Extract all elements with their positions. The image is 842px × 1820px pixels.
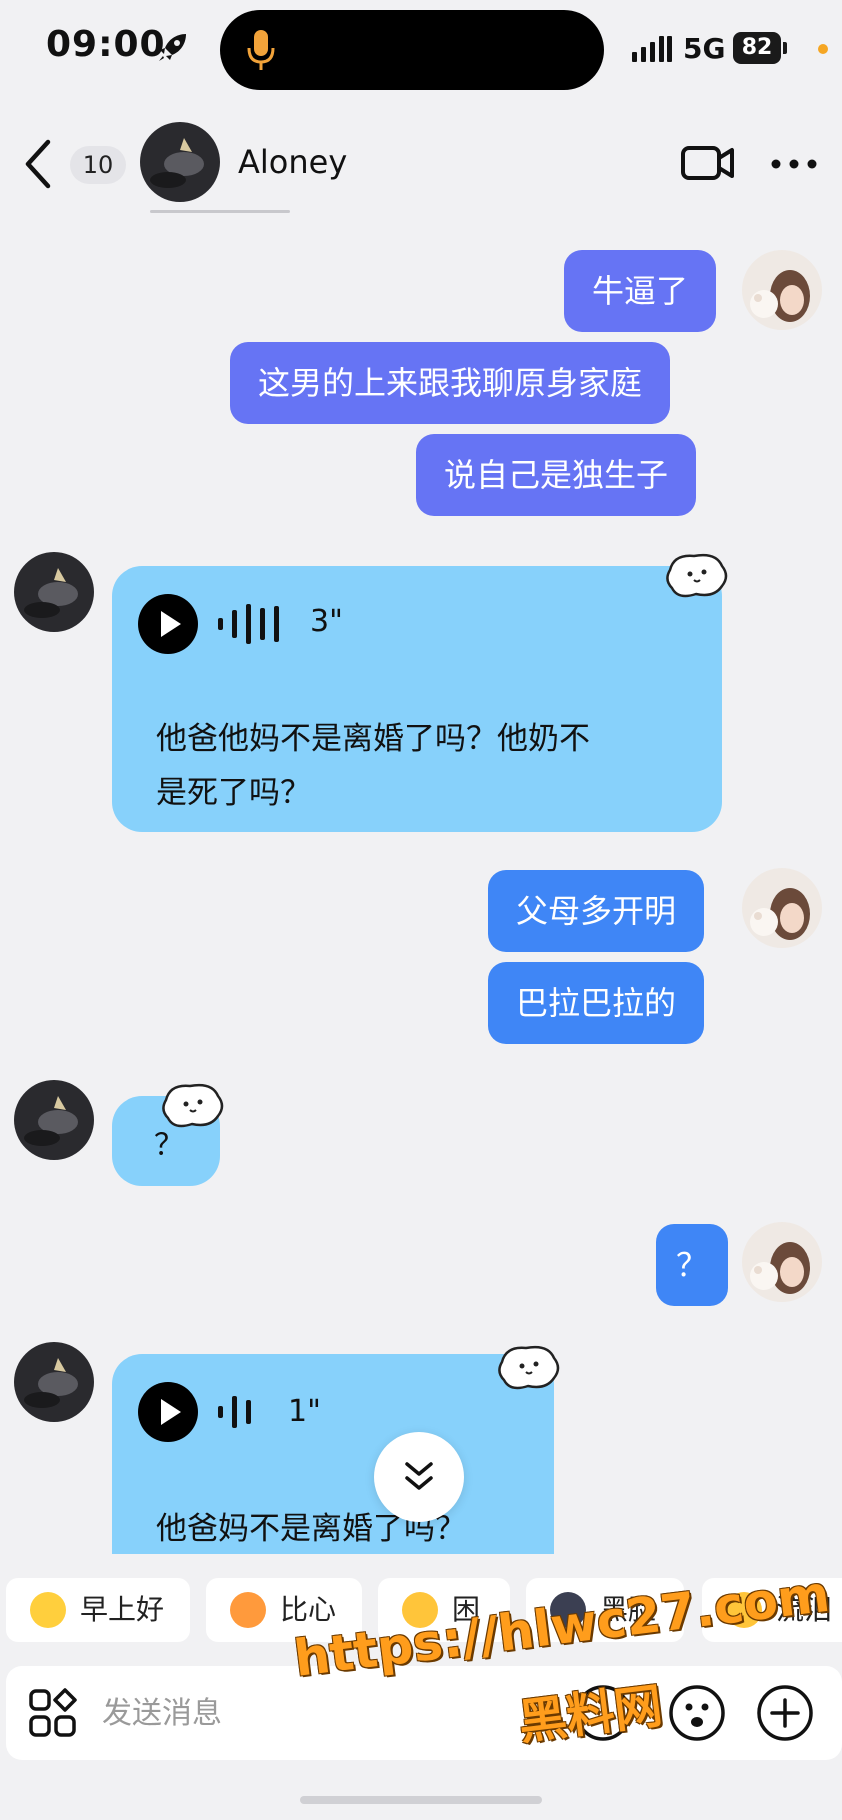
bubble-sticker-icon xyxy=(498,1345,560,1390)
privacy-dot-icon xyxy=(818,44,828,54)
voice-duration: 3" xyxy=(310,604,343,639)
voice-duration: 1" xyxy=(288,1394,321,1429)
sun-sunglasses-emoji-icon xyxy=(30,1592,66,1628)
my-avatar[interactable] xyxy=(742,1222,822,1302)
plus-icon[interactable] xyxy=(756,1684,814,1742)
bubble-sticker-icon xyxy=(666,553,728,598)
play-icon[interactable] xyxy=(138,1382,198,1442)
voice-message-bubble[interactable]: 1" 他爸妈不是离婚了吗？ xyxy=(112,1354,554,1554)
double-chevron-down-icon xyxy=(405,1462,433,1490)
voice-transcript-line: 是死了吗？ xyxy=(156,775,311,811)
my-avatar[interactable] xyxy=(742,868,822,948)
quick-reply-chip[interactable]: 流泪 xyxy=(702,1578,842,1642)
my-avatar[interactable] xyxy=(742,250,822,330)
voice-wave-icon xyxy=(218,1396,251,1428)
message-bubble-outgoing[interactable]: ？ xyxy=(656,1224,728,1306)
battery-tip xyxy=(783,42,787,54)
play-icon[interactable] xyxy=(138,594,198,654)
contact-avatar[interactable] xyxy=(14,552,94,632)
voice-input-icon[interactable] xyxy=(574,1684,632,1742)
battery-level: 82 xyxy=(733,32,781,64)
signal-icon xyxy=(632,36,672,62)
status-bar: 09:00 5G 82 xyxy=(0,0,842,100)
back-arrow-icon[interactable] xyxy=(22,138,52,190)
voice-wave-icon xyxy=(218,604,279,644)
sleepy-emoji-icon xyxy=(402,1592,438,1628)
scroll-to-bottom-button[interactable] xyxy=(374,1432,464,1522)
network-type: 5G xyxy=(683,32,726,65)
apps-icon[interactable] xyxy=(28,1688,78,1738)
message-input-bar xyxy=(6,1666,842,1760)
voice-message-bubble[interactable]: 3" 他爸他妈不是离婚了吗？他奶不 是死了吗？ xyxy=(112,566,722,832)
heart-hands-emoji-icon xyxy=(230,1592,266,1628)
message-bubble-outgoing[interactable]: 这男的上来跟我聊原身家庭 xyxy=(230,342,671,424)
dark-face-emoji-icon xyxy=(550,1592,586,1628)
status-time: 09:00 xyxy=(46,24,166,65)
emoji-icon[interactable] xyxy=(668,1684,726,1742)
contact-avatar[interactable] xyxy=(14,1080,94,1160)
dynamic-island xyxy=(220,10,604,90)
message-input[interactable] xyxy=(102,1688,522,1738)
message-bubble-outgoing[interactable]: 牛逼了 xyxy=(564,250,717,332)
quick-reply-chip[interactable]: 早上好 xyxy=(6,1578,190,1642)
quick-reply-chip[interactable]: 比心 xyxy=(206,1578,362,1642)
quick-reply-chip[interactable]: 困 xyxy=(378,1578,510,1642)
microphone-icon xyxy=(247,30,275,70)
crying-emoji-icon xyxy=(726,1592,762,1628)
chat-header: 10 Aloney xyxy=(0,110,842,220)
contact-name[interactable]: Aloney xyxy=(238,143,347,181)
contact-avatar[interactable] xyxy=(14,1342,94,1422)
header-divider xyxy=(150,210,290,213)
rocket-icon xyxy=(159,34,186,61)
unread-count-badge[interactable]: 10 xyxy=(70,146,126,184)
bubble-sticker-icon xyxy=(162,1083,224,1128)
voice-transcript-line: 他爸他妈不是离婚了吗？他奶不 xyxy=(156,721,590,757)
message-bubble-outgoing[interactable]: 父母多开明 xyxy=(488,870,705,952)
home-indicator[interactable] xyxy=(300,1796,542,1804)
more-icon[interactable] xyxy=(768,150,820,178)
contact-avatar[interactable] xyxy=(140,122,220,202)
quick-reply-chip[interactable]: 黑脸 xyxy=(526,1578,684,1642)
video-call-icon[interactable] xyxy=(680,140,736,186)
message-bubble-outgoing[interactable]: 巴拉巴拉的 xyxy=(488,962,705,1044)
message-bubble-outgoing[interactable]: 说自己是独生子 xyxy=(416,434,697,516)
quick-reply-bar: 早上好 比心 困 黑脸 流泪 xyxy=(0,1574,842,1644)
